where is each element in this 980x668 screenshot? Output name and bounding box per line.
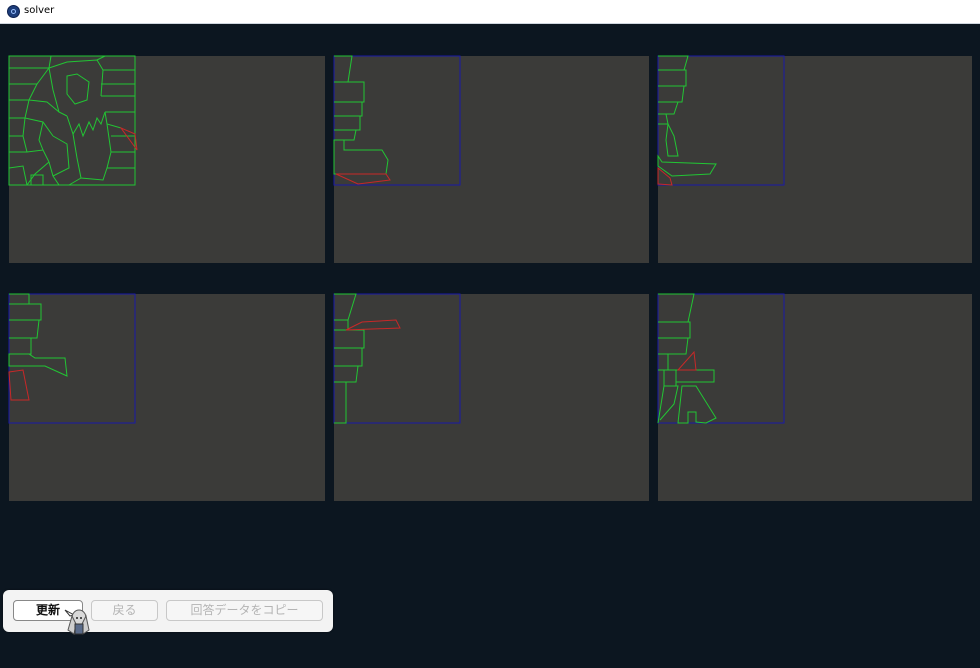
piece (334, 319, 349, 331)
piece (334, 347, 363, 367)
piece (8, 165, 28, 186)
piece (334, 381, 347, 424)
solver-canvas (0, 24, 980, 668)
piece (658, 101, 679, 115)
piece (9, 135, 28, 153)
copy-answer-data-button[interactable]: 回答データをコピー (166, 600, 323, 621)
solution-panel-1 (8, 55, 325, 263)
solution-panel-5 (333, 293, 649, 501)
solution-panel-2 (333, 55, 649, 263)
piece (334, 329, 365, 349)
target-frame (8, 293, 136, 424)
back-button[interactable]: 戻る (91, 600, 158, 621)
piece (9, 303, 42, 321)
piece (68, 177, 82, 186)
piece (334, 55, 353, 83)
piece (658, 69, 687, 87)
piece (9, 117, 26, 137)
window-titlebar: solver (0, 0, 980, 24)
piece (665, 122, 679, 157)
piece (9, 319, 40, 339)
highlight-piece (8, 369, 30, 401)
character-cursor-icon (64, 609, 90, 635)
piece (658, 113, 669, 125)
piece (9, 83, 38, 101)
solution-diagram-4 (8, 293, 136, 424)
target-frame (657, 293, 785, 424)
piece (658, 85, 685, 103)
piece (106, 123, 135, 169)
solution-diagram-3 (657, 55, 785, 186)
target-frame (333, 55, 461, 186)
piece (9, 99, 30, 119)
piece (72, 133, 108, 181)
piece (658, 337, 689, 355)
highlight-piece (345, 319, 401, 331)
window-title: solver (24, 5, 55, 16)
piece (9, 67, 50, 85)
highlight-piece (335, 173, 391, 185)
piece (333, 139, 389, 175)
control-toolbar: 更新 戻る 回答データをコピー (3, 590, 333, 632)
target-frame (333, 293, 461, 424)
app-icon (7, 5, 20, 18)
piece (334, 115, 361, 131)
piece (658, 321, 691, 339)
piece (52, 135, 70, 177)
piece (658, 353, 669, 371)
piece (9, 55, 52, 69)
piece (663, 369, 677, 387)
piece (48, 67, 68, 117)
piece (66, 111, 106, 138)
solution-panel-3 (657, 55, 972, 263)
piece (658, 55, 689, 71)
piece (675, 369, 715, 383)
solution-diagram-5 (333, 293, 461, 424)
piece (66, 73, 90, 105)
solution-diagram-6 (657, 293, 785, 424)
piece (8, 353, 68, 377)
solution-panel-6 (657, 293, 972, 501)
solution-panel-4 (8, 293, 325, 501)
piece (657, 154, 717, 177)
piece (334, 101, 363, 117)
solution-diagram-1 (8, 55, 138, 186)
piece (9, 337, 32, 355)
piece (334, 129, 357, 141)
piece (28, 99, 60, 113)
piece (9, 293, 30, 305)
piece (26, 149, 50, 186)
piece (334, 81, 365, 103)
piece (24, 117, 54, 137)
piece (334, 365, 359, 383)
piece (657, 369, 665, 424)
piece (658, 293, 695, 323)
piece (38, 121, 44, 151)
piece (48, 59, 104, 97)
solution-diagram-2 (333, 55, 461, 186)
highlight-piece (676, 350, 697, 371)
piece (96, 55, 106, 61)
piece (334, 293, 357, 321)
target-frame (657, 55, 785, 186)
piece (677, 385, 717, 424)
